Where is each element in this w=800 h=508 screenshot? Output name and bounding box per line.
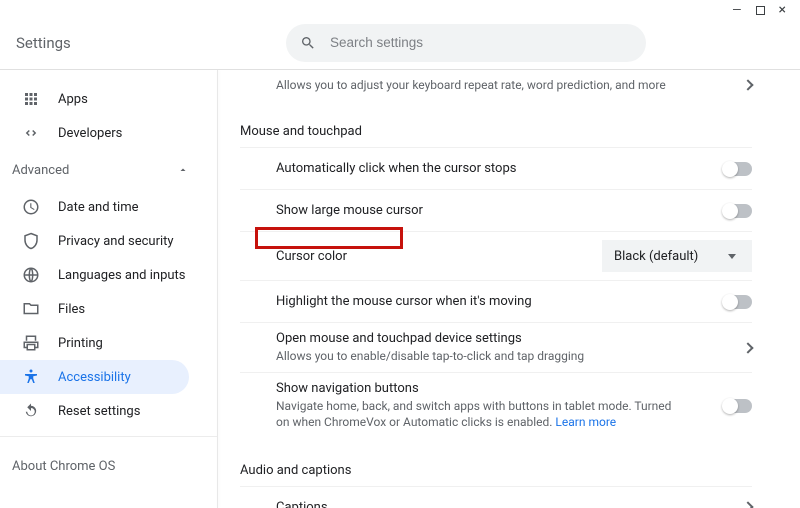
mouse-section-title: Mouse and touchpad — [240, 124, 752, 139]
globe-icon — [22, 266, 40, 284]
sidebar-item-label: Date and time — [58, 200, 139, 215]
row-subtitle: Navigate home, back, and switch apps wit… — [276, 398, 676, 430]
sidebar-item-label: Apps — [58, 92, 88, 107]
cursor-color-select[interactable]: Black (default) — [602, 240, 752, 272]
chevron-right-icon — [742, 342, 753, 353]
row-label: Show navigation buttons — [276, 381, 676, 396]
row-subtitle: Allows you to enable/disable tap-to-clic… — [276, 348, 584, 364]
autoclick-toggle[interactable] — [724, 162, 752, 176]
chevron-right-icon — [742, 501, 753, 508]
dropdown-icon — [728, 254, 736, 259]
sidebar-item-reset[interactable]: Reset settings — [0, 394, 189, 428]
accessibility-icon — [22, 368, 40, 386]
large-cursor-row[interactable]: Show large mouse cursor — [240, 189, 752, 231]
advanced-label: Advanced — [12, 163, 69, 178]
audio-section-title: Audio and captions — [240, 463, 752, 478]
printer-icon — [22, 334, 40, 352]
highlight-moving-toggle[interactable] — [724, 295, 752, 309]
sidebar-item-printing[interactable]: Printing — [0, 326, 189, 360]
sidebar-item-label: Languages and inputs — [58, 268, 186, 283]
advanced-toggle[interactable]: Advanced — [0, 150, 217, 190]
sidebar: Apps Developers Advanced Date and time P… — [0, 70, 218, 508]
row-label: Open mouse and touchpad device settings — [276, 331, 584, 346]
sidebar-item-accessibility[interactable]: Accessibility — [0, 360, 189, 394]
select-value: Black (default) — [614, 249, 698, 264]
sidebar-item-apps[interactable]: Apps — [0, 82, 189, 116]
row-subtitle: Allows you to adjust your keyboard repea… — [276, 78, 666, 92]
sidebar-item-files[interactable]: Files — [0, 292, 189, 326]
row-label: Captions — [276, 500, 328, 508]
row-label: Automatically click when the cursor stop… — [276, 161, 516, 176]
highlight-moving-row[interactable]: Highlight the mouse cursor when it's mov… — [240, 280, 752, 322]
sidebar-item-privacy[interactable]: Privacy and security — [0, 224, 189, 258]
sidebar-item-developers[interactable]: Developers — [0, 116, 189, 150]
search-box[interactable] — [286, 24, 646, 62]
open-device-settings-row[interactable]: Open mouse and touchpad device settings … — [240, 322, 752, 372]
page-title: Settings — [16, 34, 286, 52]
sidebar-item-label: Developers — [58, 126, 122, 141]
row-label: Show large mouse cursor — [276, 203, 423, 218]
close-icon[interactable]: × — [779, 3, 786, 17]
header: Settings — [0, 16, 800, 70]
settings-panel: Allows you to adjust your keyboard repea… — [218, 70, 800, 508]
sidebar-item-about[interactable]: About Chrome OS — [0, 447, 217, 474]
minimize-icon[interactable]: — — [732, 4, 741, 16]
captions-row[interactable]: Captions — [240, 486, 752, 508]
sidebar-item-label: Accessibility — [58, 370, 131, 385]
folder-icon — [22, 300, 40, 318]
cursor-color-row: Cursor color Black (default) — [240, 231, 752, 280]
sidebar-item-languages[interactable]: Languages and inputs — [0, 258, 189, 292]
nav-buttons-row[interactable]: Show navigation buttons Navigate home, b… — [240, 372, 752, 438]
chevron-up-icon — [177, 164, 189, 176]
sidebar-item-datetime[interactable]: Date and time — [0, 190, 189, 224]
reset-icon — [22, 402, 40, 420]
nav-buttons-toggle[interactable] — [724, 399, 752, 413]
row-label: Cursor color — [276, 249, 347, 264]
sidebar-item-label: Privacy and security — [58, 234, 174, 249]
chevron-right-icon — [742, 79, 753, 90]
shield-icon — [22, 232, 40, 250]
large-cursor-toggle[interactable] — [724, 204, 752, 218]
autoclick-row[interactable]: Automatically click when the cursor stop… — [240, 147, 752, 189]
learn-more-link[interactable]: Learn more — [555, 415, 616, 429]
maximize-icon[interactable] — [756, 6, 765, 15]
sidebar-separator — [0, 436, 217, 437]
clock-icon — [22, 198, 40, 216]
row-label: Highlight the mouse cursor when it's mov… — [276, 294, 532, 309]
sidebar-item-label: Printing — [58, 336, 103, 351]
sidebar-item-label: Reset settings — [58, 404, 140, 419]
search-icon — [300, 35, 316, 51]
sidebar-item-label: Files — [58, 302, 85, 317]
keyboard-settings-row[interactable]: Allows you to adjust your keyboard repea… — [240, 70, 752, 108]
search-input[interactable] — [330, 35, 632, 50]
code-icon — [22, 124, 40, 142]
window-controls: — × — [0, 0, 800, 16]
apps-icon — [22, 90, 40, 108]
